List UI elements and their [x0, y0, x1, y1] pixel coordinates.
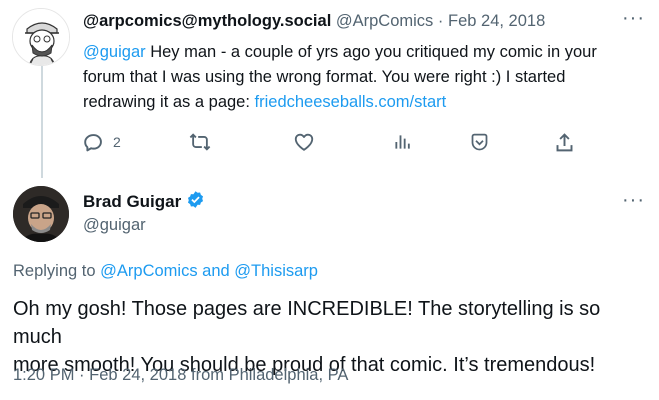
share-button[interactable]: [554, 130, 575, 154]
replying-and: and: [197, 262, 235, 280]
retweet-button[interactable]: [189, 130, 211, 154]
tweet-actions: 2: [83, 130, 583, 154]
tweet-location: from Philadelphia, PA: [190, 366, 349, 384]
retweet-icon: [189, 133, 211, 151]
tweet-text-line: Oh my gosh! Those pages are INCREDIBLE! …: [13, 298, 601, 348]
more-options-icon[interactable]: ···: [622, 190, 645, 210]
share-icon: [556, 132, 573, 151]
user-handle[interactable]: @guigar: [83, 216, 146, 235]
tweet-text: @guigar Hey man - a couple of yrs ago yo…: [83, 40, 643, 115]
mention-link[interactable]: @ArpComics: [100, 262, 197, 280]
tweet-date[interactable]: Feb 24, 2018: [448, 12, 545, 30]
like-button[interactable]: [293, 130, 315, 154]
more-options-icon[interactable]: ···: [622, 8, 645, 28]
mention-link[interactable]: @Thisisarp: [234, 262, 318, 280]
tweet-text-line: forum that I was using the wrong format.…: [83, 68, 566, 86]
views-icon: [395, 135, 410, 149]
mention-link[interactable]: @guigar: [83, 43, 146, 61]
bookmark-button[interactable]: [469, 130, 490, 154]
url-link[interactable]: friedcheeseballs.com/start: [255, 93, 447, 111]
reply-count: 2: [113, 134, 121, 150]
author-header: Brad Guigar: [83, 190, 205, 214]
tweet-metadata: 1:20 PM · Feb 24, 2018 from Philadelphia…: [13, 366, 348, 385]
tweet-header: @arpcomics@mythology.social @ArpComics ·…: [83, 12, 545, 31]
replying-prefix: Replying to: [13, 262, 101, 280]
display-name[interactable]: Brad Guigar: [83, 192, 181, 212]
heart-icon: [294, 133, 314, 151]
verified-badge-icon: [186, 190, 205, 214]
thread-line: [41, 66, 43, 178]
avatar[interactable]: [13, 186, 69, 242]
display-name[interactable]: @arpcomics@mythology.social: [83, 12, 331, 30]
reply-icon: [84, 133, 102, 151]
avatar-illustration-icon: [13, 9, 69, 65]
tweet-date[interactable]: Feb 24, 2018: [89, 366, 186, 384]
views-button[interactable]: [393, 130, 413, 154]
replying-to: Replying to @ArpComics and @Thisisarp: [13, 262, 318, 281]
tweet-text-line: redrawing it as a page:: [83, 93, 255, 111]
avatar[interactable]: [12, 8, 70, 66]
bookmark-icon: [471, 133, 488, 150]
user-handle[interactable]: @ArpComics: [336, 12, 433, 30]
separator: ·: [437, 12, 444, 30]
reply-button[interactable]: 2: [83, 130, 121, 154]
separator: ·: [79, 366, 85, 384]
tweet-text-line: Hey man - a couple of yrs ago you critiq…: [145, 43, 597, 61]
avatar-photo-icon: [13, 186, 69, 242]
tweet-time[interactable]: 1:20 PM: [13, 366, 74, 384]
